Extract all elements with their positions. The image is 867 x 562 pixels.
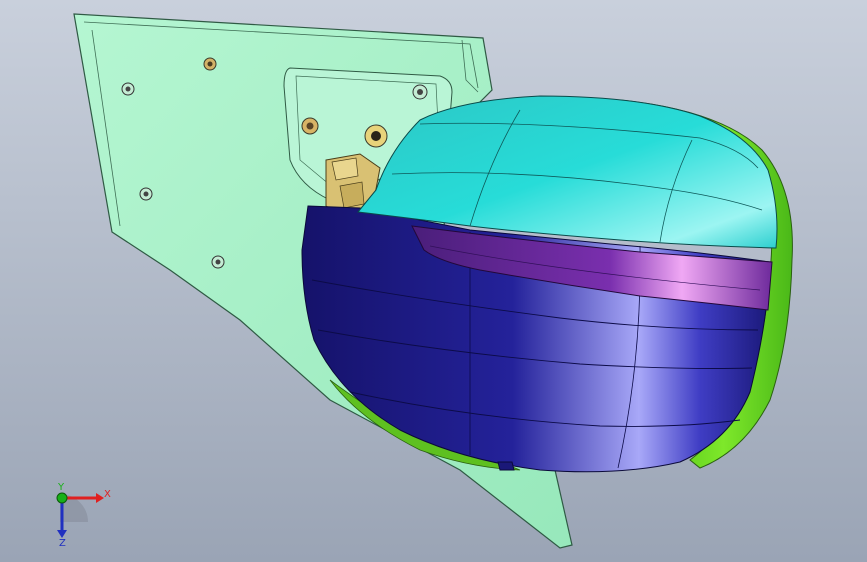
screw-hole bbox=[139, 187, 153, 201]
cad-model-canvas[interactable]: X Y Z bbox=[0, 0, 867, 562]
screw-hole bbox=[203, 57, 217, 71]
screw-hole bbox=[121, 82, 135, 96]
housing-clip bbox=[497, 461, 515, 471]
x-axis-label: X bbox=[104, 489, 111, 500]
screw-hole bbox=[301, 117, 319, 135]
y-axis-label: Y bbox=[57, 482, 65, 493]
screw-hole bbox=[364, 124, 388, 148]
screw-hole bbox=[412, 84, 428, 100]
screw-hole bbox=[211, 255, 225, 269]
y-axis-origin bbox=[56, 492, 68, 504]
cad-viewport[interactable]: X Y Z bbox=[0, 0, 867, 562]
z-axis-label: Z bbox=[59, 538, 66, 549]
